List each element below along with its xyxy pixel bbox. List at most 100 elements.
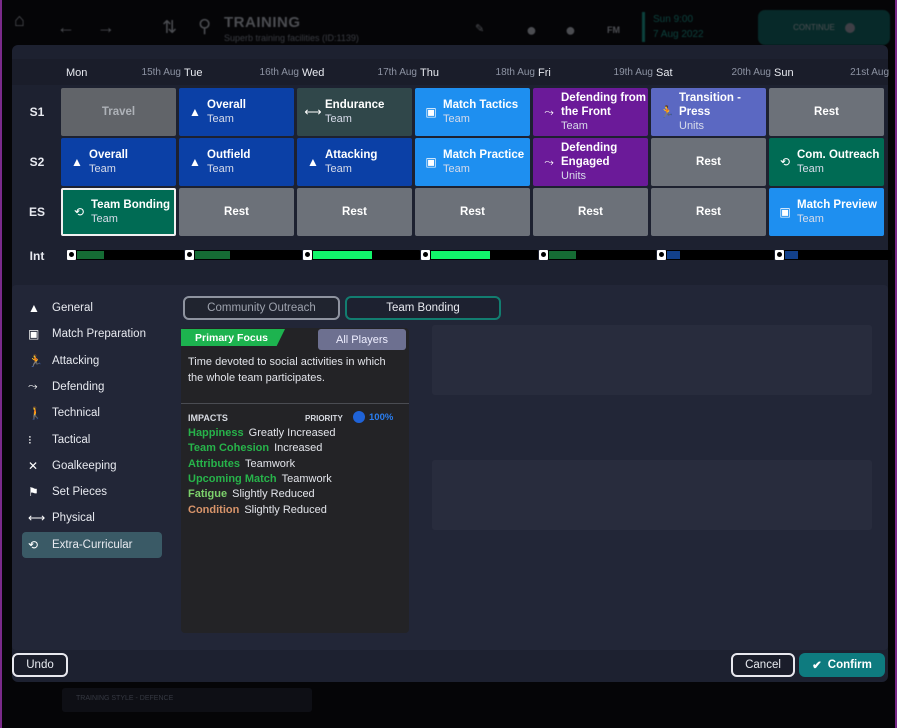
session-description: Time devoted to social activities in whi… xyxy=(188,356,386,384)
session-cell-defending-from-the-front[interactable]: ⤳ Defending from the Front Team xyxy=(533,88,648,136)
session-cell-overall[interactable]: ▲ Overall Team xyxy=(179,88,294,136)
forward-icon[interactable]: → xyxy=(97,17,115,38)
sidebar-item-label: Goalkeeping xyxy=(52,459,117,472)
session-group: Team xyxy=(797,213,824,225)
globe-icon[interactable]: ● xyxy=(526,20,537,41)
session-group: Team xyxy=(443,113,470,125)
day-name: Mon xyxy=(66,67,88,79)
intensity-icon xyxy=(775,250,784,260)
sidebar-item-defending[interactable]: ⤳ Defending xyxy=(22,374,162,400)
search-icon[interactable]: ⚲ xyxy=(198,16,211,37)
intensity-fill xyxy=(313,251,372,259)
bulb-icon[interactable]: ● xyxy=(565,20,576,41)
session-cell-match-tactics[interactable]: ▣ Match Tactics Team xyxy=(415,88,530,136)
session-cell-rest[interactable]: Rest xyxy=(297,188,412,236)
day-header-fri: Fri 19th Aug xyxy=(538,67,655,83)
intensity-icon xyxy=(657,250,666,260)
day-date: 17th Aug xyxy=(377,67,417,78)
session-cell-travel[interactable]: Travel xyxy=(61,88,176,136)
sidebar-item-match-preparation[interactable]: ▣ Match Preparation xyxy=(22,321,162,347)
session-cell-com-outreach[interactable]: ⟲ Com. Outreach Team xyxy=(769,138,884,186)
session-cell-transition-press[interactable]: 🏃 Transition - Press Units xyxy=(651,88,766,136)
row-label-int: Int xyxy=(29,249,45,263)
session-cell-rest[interactable]: Rest xyxy=(651,138,766,186)
confirm-button[interactable]: ✔ Confirm xyxy=(799,653,885,677)
intensity-fill xyxy=(549,251,576,259)
day-name: Fri xyxy=(538,67,551,79)
confirm-label: Confirm xyxy=(827,659,872,671)
game-date: Sun 9:00 7 Aug 2022 xyxy=(642,12,704,42)
sidebar-item-tactical[interactable]: ⁝ Tactical xyxy=(22,427,162,453)
outfield-icon: ▲ xyxy=(189,155,201,169)
divider xyxy=(181,403,409,404)
session-name: Rest xyxy=(696,156,721,168)
session-cell-attacking[interactable]: ▲ Attacking Team xyxy=(297,138,412,186)
session-cell-overall[interactable]: ▲ Overall Team xyxy=(61,138,176,186)
day-name: Wed xyxy=(302,67,325,79)
sidebar-item-label: Extra-Curricular xyxy=(52,538,133,551)
defending-icon: ⤳ xyxy=(28,379,38,394)
sidebar-item-set-pieces[interactable]: ⚑ Set Pieces xyxy=(22,479,162,505)
session-name: Rest xyxy=(814,106,839,118)
session-cell-team-bonding[interactable]: ⟲ Team Bonding Team xyxy=(61,188,176,236)
session-name: Rest xyxy=(342,206,367,218)
sidebar-item-extra-curricular[interactable]: ⟲ Extra-Curricular xyxy=(22,531,162,558)
sidebar-item-goalkeeping[interactable]: ✕ Goalkeeping xyxy=(22,453,162,479)
session-cell-outfield[interactable]: ▲ Outfield Team xyxy=(179,138,294,186)
day-header-mon: Mon 15th Aug xyxy=(66,67,183,83)
sidebar-item-general[interactable]: ▲ General xyxy=(22,295,162,321)
session-group: Team xyxy=(797,163,824,175)
sidebar-item-label: General xyxy=(52,302,93,314)
impact-key: Happiness xyxy=(188,427,244,439)
session-name: Rest xyxy=(460,206,485,218)
impact-value: Teamwork xyxy=(281,472,332,485)
continue-button[interactable]: CONTINUE xyxy=(758,10,890,45)
day-date: 18th Aug xyxy=(495,67,535,78)
day-name: Sat xyxy=(656,67,673,79)
edit-icon[interactable]: ✎ xyxy=(475,22,484,35)
session-cell-match-preview[interactable]: ▣ Match Preview Team xyxy=(769,188,884,236)
sidebar-item-physical[interactable]: ⟷ Physical xyxy=(22,505,162,531)
day-date: 15th Aug xyxy=(141,67,181,78)
undo-button[interactable]: Undo xyxy=(12,653,68,677)
session-cell-rest[interactable]: Rest xyxy=(415,188,530,236)
sidebar-item-attacking[interactable]: 🏃 Attacking xyxy=(22,348,162,374)
session-cell-rest[interactable]: Rest xyxy=(179,188,294,236)
training-schedule-dialog: Mon 15th Aug Tue 16th Aug Wed 17th Aug Thu 18th… xyxy=(12,45,892,682)
sidebar-item-technical[interactable]: 🚶 Technical xyxy=(22,400,162,426)
home-icon[interactable]: ⌂ xyxy=(14,10,25,31)
sidebar-item-label: Physical xyxy=(52,512,95,525)
session-cell-rest[interactable]: Rest xyxy=(769,88,884,136)
priority-heading: PRIORITY xyxy=(305,414,343,423)
session-cell-endurance[interactable]: ⟷ Endurance Team xyxy=(297,88,412,136)
session-cell-rest[interactable]: Rest xyxy=(533,188,648,236)
session-name: Outfield xyxy=(207,149,251,161)
session-group: Team xyxy=(325,163,352,175)
session-cell-defending-engaged[interactable]: ⤳ Defending Engaged Units xyxy=(533,138,648,186)
row-label-s2: S2 xyxy=(29,155,45,169)
session-group: Team xyxy=(443,163,470,175)
physical-icon: ⟷ xyxy=(28,511,46,526)
session-group: Team xyxy=(207,163,234,175)
session-cell-match-practice[interactable]: ▣ Match Practice Team xyxy=(415,138,530,186)
day-date: 16th Aug xyxy=(259,67,299,78)
impact-row: Condition Slightly Reduced xyxy=(188,504,327,516)
back-icon[interactable]: ← xyxy=(57,17,75,38)
all-players-button[interactable]: All Players xyxy=(318,329,406,350)
intensity-bar xyxy=(67,250,184,260)
intensity-fill xyxy=(431,251,490,259)
intensity-bar xyxy=(421,250,538,260)
session-cell-rest[interactable]: Rest xyxy=(651,188,766,236)
background-ghost xyxy=(432,325,872,395)
day-date: 20th Aug xyxy=(731,67,771,78)
manager-initials[interactable]: FM xyxy=(607,25,620,35)
tab-team-bonding[interactable]: Team Bonding xyxy=(345,296,501,320)
updown-icon[interactable]: ⇅ xyxy=(162,17,177,38)
session-name: Defending from the Front xyxy=(561,92,646,118)
cancel-button[interactable]: Cancel xyxy=(731,653,795,677)
session-group: Units xyxy=(561,170,587,182)
overall-icon: ▲ xyxy=(189,105,201,119)
tab-community-outreach[interactable]: Community Outreach xyxy=(183,296,340,320)
continue-label: CONTINUE xyxy=(793,23,835,32)
session-group: Team xyxy=(89,163,116,175)
